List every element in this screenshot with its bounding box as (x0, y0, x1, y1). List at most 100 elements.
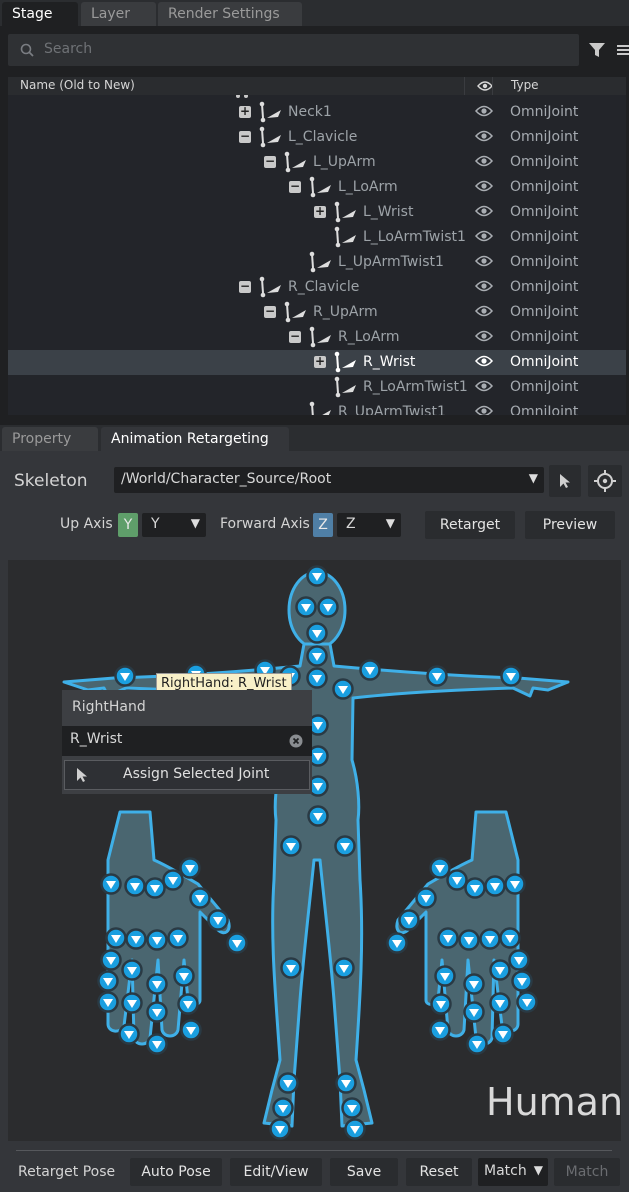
joint-marker[interactable] (272, 1097, 294, 1119)
tree-row-r-uparmtwist1[interactable]: R_UpArmTwist1 OmniJoint (8, 400, 626, 415)
joint-marker[interactable] (464, 877, 486, 899)
joint-marker[interactable] (504, 873, 526, 895)
joint-marker[interactable] (226, 932, 248, 954)
eye-icon[interactable] (475, 154, 493, 168)
joint-marker[interactable] (334, 835, 356, 857)
collapse-icon[interactable]: − (264, 155, 276, 168)
joint-marker[interactable] (124, 875, 146, 897)
joint-marker[interactable] (430, 993, 452, 1015)
joint-marker[interactable] (162, 869, 184, 891)
collapse-icon[interactable]: − (239, 280, 251, 293)
tree-row-r-wrist[interactable]: + R_Wrist OmniJoint (8, 350, 626, 375)
tree-row-l-uparmtwist1[interactable]: L_UpArmTwist1 OmniJoint (8, 250, 626, 275)
joint-marker[interactable] (466, 1033, 488, 1055)
tree-row-l-loarm[interactable]: − L_LoArm OmniJoint (8, 175, 626, 200)
tab-animation-retargeting[interactable]: Animation Retargeting (101, 427, 289, 451)
clear-icon[interactable] (289, 734, 303, 748)
stage-tree[interactable]: + Neck1 OmniJoint − L_Clavicle OmniJoint… (8, 95, 626, 415)
chevron-down-icon[interactable]: ▼ (191, 516, 200, 530)
joint-marker[interactable] (121, 959, 143, 981)
joint-marker[interactable] (500, 665, 522, 687)
expand-icon[interactable]: + (239, 105, 251, 118)
tree-row-r-loarm[interactable]: − R_LoArm OmniJoint (8, 325, 626, 350)
locate-joint-button[interactable] (588, 465, 622, 497)
eye-icon[interactable] (475, 254, 493, 268)
collapse-icon[interactable]: − (264, 305, 276, 318)
eye-icon[interactable] (475, 104, 493, 118)
preview-button[interactable]: Preview (525, 511, 615, 539)
joint-marker[interactable] (114, 665, 136, 687)
joint-marker[interactable] (344, 1118, 366, 1140)
select-pointer-button[interactable] (549, 465, 581, 497)
joint-marker[interactable] (463, 1001, 485, 1023)
chevron-down-icon[interactable]: ▼ (386, 516, 395, 530)
joint-marker[interactable] (173, 965, 195, 987)
joint-marker[interactable] (516, 991, 538, 1013)
eye-icon[interactable] (475, 304, 493, 318)
joint-marker[interactable] (317, 596, 339, 618)
retarget-button[interactable]: Retarget (425, 511, 515, 539)
joint-marker[interactable] (429, 1019, 451, 1041)
joint-marker[interactable] (180, 1019, 202, 1041)
save-button[interactable]: Save (330, 1158, 398, 1186)
joint-marker[interactable] (458, 929, 480, 951)
joint-marker[interactable] (280, 835, 302, 857)
joint-marker[interactable] (146, 929, 168, 951)
joint-name-field[interactable]: R_Wrist (62, 726, 312, 756)
up-axis-dropdown[interactable]: Y ▼ (142, 513, 206, 537)
joint-marker[interactable] (429, 857, 451, 879)
auto-pose-button[interactable]: Auto Pose (130, 1158, 222, 1186)
eye-icon[interactable] (475, 179, 493, 193)
tree-row-r-uparm[interactable]: − R_UpArm OmniJoint (8, 300, 626, 325)
joint-marker[interactable] (207, 909, 229, 931)
tab-layer[interactable]: Layer (81, 2, 156, 26)
joint-marker[interactable] (306, 565, 328, 587)
joint-marker[interactable] (386, 932, 408, 954)
eye-icon[interactable] (475, 204, 493, 218)
joint-marker[interactable] (295, 596, 317, 618)
joint-marker[interactable] (508, 949, 530, 971)
joint-marker[interactable] (484, 875, 506, 897)
joint-marker[interactable] (121, 992, 143, 1014)
collapse-icon[interactable]: − (239, 130, 251, 143)
joint-marker[interactable] (100, 949, 122, 971)
tree-row-neck1[interactable]: + Neck1 OmniJoint (8, 100, 626, 125)
joint-marker[interactable] (189, 887, 211, 909)
joint-marker[interactable] (146, 973, 168, 995)
joint-marker[interactable] (167, 927, 189, 949)
joint-marker[interactable] (144, 877, 166, 899)
joint-marker[interactable] (359, 659, 381, 681)
tree-row-l-clavicle[interactable]: − L_Clavicle OmniJoint (8, 125, 626, 150)
expand-icon[interactable]: + (314, 355, 326, 368)
collapse-icon[interactable]: − (289, 330, 301, 343)
tree-row-l-uparm[interactable]: − L_UpArm OmniJoint (8, 150, 626, 175)
options-menu-icon[interactable] (617, 44, 629, 56)
expand-icon[interactable]: + (314, 205, 326, 218)
chevron-down-icon[interactable]: ▼ (529, 471, 538, 485)
joint-marker[interactable] (332, 678, 354, 700)
edit-view-button[interactable]: Edit/View (230, 1158, 322, 1186)
type-column-header[interactable]: Type (511, 78, 539, 92)
panel-divider[interactable] (0, 415, 629, 425)
forward-axis-dropdown[interactable]: Z ▼ (337, 513, 401, 537)
tree-row-l-wrist[interactable]: + L_Wrist OmniJoint (8, 200, 626, 225)
joint-marker[interactable] (105, 927, 127, 949)
joint-marker[interactable] (499, 927, 521, 949)
match-button[interactable]: Match (554, 1158, 620, 1186)
joint-marker[interactable] (118, 1023, 140, 1045)
search-input[interactable]: Search (8, 34, 579, 66)
tab-property[interactable]: Property (2, 427, 98, 451)
eye-icon[interactable] (475, 379, 493, 393)
joint-marker[interactable] (446, 869, 468, 891)
joint-marker[interactable] (306, 622, 328, 644)
joint-marker[interactable] (489, 992, 511, 1014)
joint-marker[interactable] (434, 965, 456, 987)
joint-marker[interactable] (280, 957, 302, 979)
skeleton-path-field[interactable]: /World/Character_Source/Root ▼ (114, 467, 544, 493)
joint-marker[interactable] (492, 1023, 514, 1045)
name-column-header[interactable]: Name (Old to New) (20, 78, 135, 92)
reset-button[interactable]: Reset (406, 1158, 472, 1186)
joint-marker[interactable] (269, 1118, 291, 1140)
joint-marker[interactable] (341, 1097, 363, 1119)
joint-marker[interactable] (179, 857, 201, 879)
